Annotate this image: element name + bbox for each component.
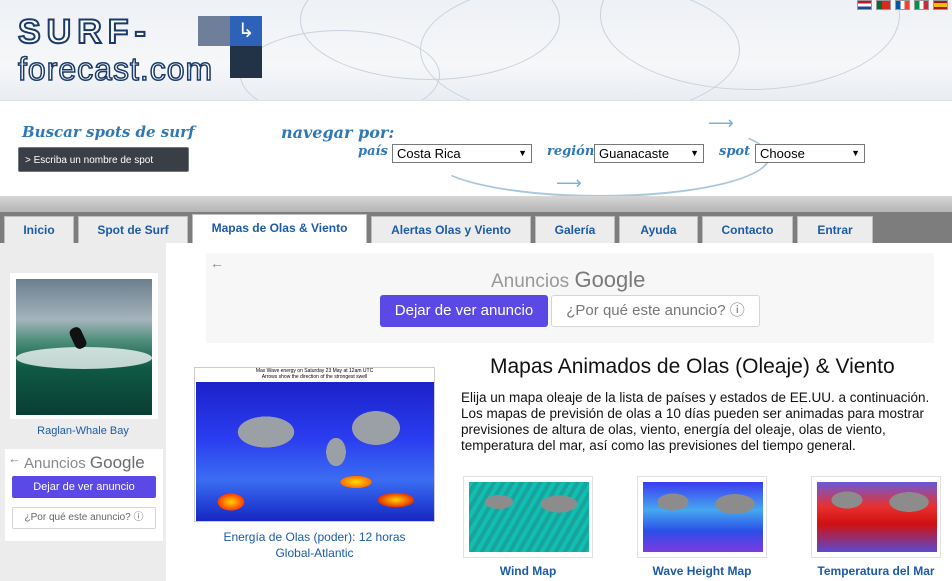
search-title: Buscar spots de surf (22, 123, 195, 141)
ad-brand-name: Google (574, 267, 646, 292)
tab-mapas-de-olas[interactable]: Mapas de Olas & Viento (192, 214, 367, 244)
featured-spot-card[interactable] (10, 273, 158, 419)
top-ad: ← Anuncios Google Dejar de ver anuncio ¿… (206, 253, 934, 343)
main-tab-bar: Inicio Spot de Surf Mapas de Olas & Vien… (0, 212, 952, 244)
arrow-right-icon: ⟶ (708, 113, 734, 133)
wind-map-thumbnail[interactable] (463, 476, 593, 558)
sea-temperature-map-image (817, 482, 937, 552)
spot-select-value: Choose (760, 146, 805, 161)
arrow-right-icon: ⟶ (556, 173, 582, 193)
tab-ayuda[interactable]: Ayuda (619, 216, 698, 243)
region-label: región (547, 144, 595, 159)
tab-contacto[interactable]: Contacto (702, 216, 793, 243)
site-logo[interactable]: SURF- forecast.com ↳ (17, 13, 268, 87)
stop-ad-button[interactable]: Dejar de ver anuncio (380, 295, 548, 327)
country-select-value: Costa Rica (397, 146, 461, 161)
logo-swell-icon (230, 46, 262, 78)
logo-arrow-icon: ↳ (230, 16, 262, 46)
sea-temperature-map-label[interactable]: Temperatura del Mar (806, 564, 946, 578)
language-flags (857, 0, 948, 10)
spot-label: spot (719, 144, 751, 159)
map-caption-line2: Global-Atlantic (275, 546, 354, 560)
logo-surf-text: SURF- (17, 13, 152, 51)
spot-select[interactable]: Choose ▼ (755, 144, 865, 163)
logo-forecast-text: forecast.com (17, 51, 214, 87)
it-flag-icon[interactable] (914, 0, 929, 10)
fr-flag-icon[interactable] (895, 0, 910, 10)
ad-brand-prefix: Anuncios (24, 455, 86, 472)
tab-galeria[interactable]: Galería (535, 216, 615, 243)
logo-wave-icon (198, 16, 230, 46)
wave-height-map-label[interactable]: Wave Height Map (637, 564, 767, 578)
chevron-down-icon: ▼ (851, 148, 860, 158)
chevron-down-icon: ▼ (518, 148, 527, 158)
why-ad-button[interactable]: ¿Por qué este anuncio? ⓘ (551, 295, 760, 327)
region-select-value: Guanacaste (599, 146, 670, 161)
sea-temperature-map-thumbnail[interactable] (811, 476, 941, 558)
search-navigation-band: ⟶ ⟶ Buscar spots de surf > Escriba un no… (0, 100, 952, 206)
map-image-subtitle: Arrows show the direction of the stronge… (261, 374, 368, 380)
surf-photo (16, 279, 152, 415)
wave-foam (16, 347, 152, 369)
wave-height-map-image (643, 482, 763, 552)
tab-spot-de-surf[interactable]: Spot de Surf (78, 216, 188, 243)
spot-search-input[interactable]: > Escriba un nombre de spot (18, 147, 189, 172)
pt-flag-icon[interactable] (876, 0, 891, 10)
wave-energy-map-image (196, 382, 434, 521)
wave-height-map-thumbnail[interactable] (637, 476, 767, 558)
site-header: SURF- forecast.com ↳ (0, 0, 952, 108)
why-ad-button[interactable]: ¿Por qué este anuncio? ⓘ (12, 507, 156, 529)
left-sidebar: Raglan-Whale Bay ← Anuncios Google Dejar… (0, 243, 166, 581)
tab-entrar[interactable]: Entrar (797, 216, 873, 243)
back-arrow-icon[interactable]: ← (210, 255, 224, 271)
intro-paragraph: Elija un mapa oleaje de la lista de país… (461, 390, 930, 453)
ad-brand-prefix: Anuncios (491, 271, 570, 292)
ad-brand: Anuncios Google (491, 267, 645, 293)
navigate-title: navegar por: (281, 123, 395, 142)
tab-alertas[interactable]: Alertas Olas y Viento (371, 216, 531, 243)
wind-map-label[interactable]: Wind Map (463, 564, 593, 578)
region-select[interactable]: Guanacaste ▼ (594, 144, 704, 163)
sidebar-ad: ← Anuncios Google Dejar de ver anuncio ¿… (5, 449, 163, 541)
back-arrow-icon[interactable]: ← (8, 451, 21, 466)
tab-inicio[interactable]: Inicio (4, 216, 74, 243)
ad-brand-name: Google (89, 453, 145, 472)
nl-flag-icon[interactable] (857, 0, 872, 10)
wave-energy-map[interactable]: Max Wave energy on Saturday 23 May at 12… (194, 367, 435, 522)
es-flag-icon[interactable] (933, 0, 948, 10)
main-content: ← Anuncios Google Dejar de ver anuncio ¿… (166, 243, 952, 581)
chevron-down-icon: ▼ (690, 148, 699, 158)
map-caption[interactable]: Energía de Olas (poder): 12 horas Global… (186, 529, 443, 561)
wind-map-image (469, 482, 589, 552)
page-title: Mapas Animados de Olas (Oleaje) & Viento (490, 355, 895, 378)
country-select[interactable]: Costa Rica ▼ (392, 144, 532, 163)
country-label: país (358, 144, 388, 159)
featured-spot-caption[interactable]: Raglan-Whale Bay (0, 425, 166, 437)
ad-brand: Anuncios Google (24, 453, 145, 473)
stop-ad-button[interactable]: Dejar de ver anuncio (12, 476, 156, 498)
nav-band-divider (0, 196, 952, 212)
map-caption-line1: Energía de Olas (poder): 12 horas (223, 530, 406, 544)
